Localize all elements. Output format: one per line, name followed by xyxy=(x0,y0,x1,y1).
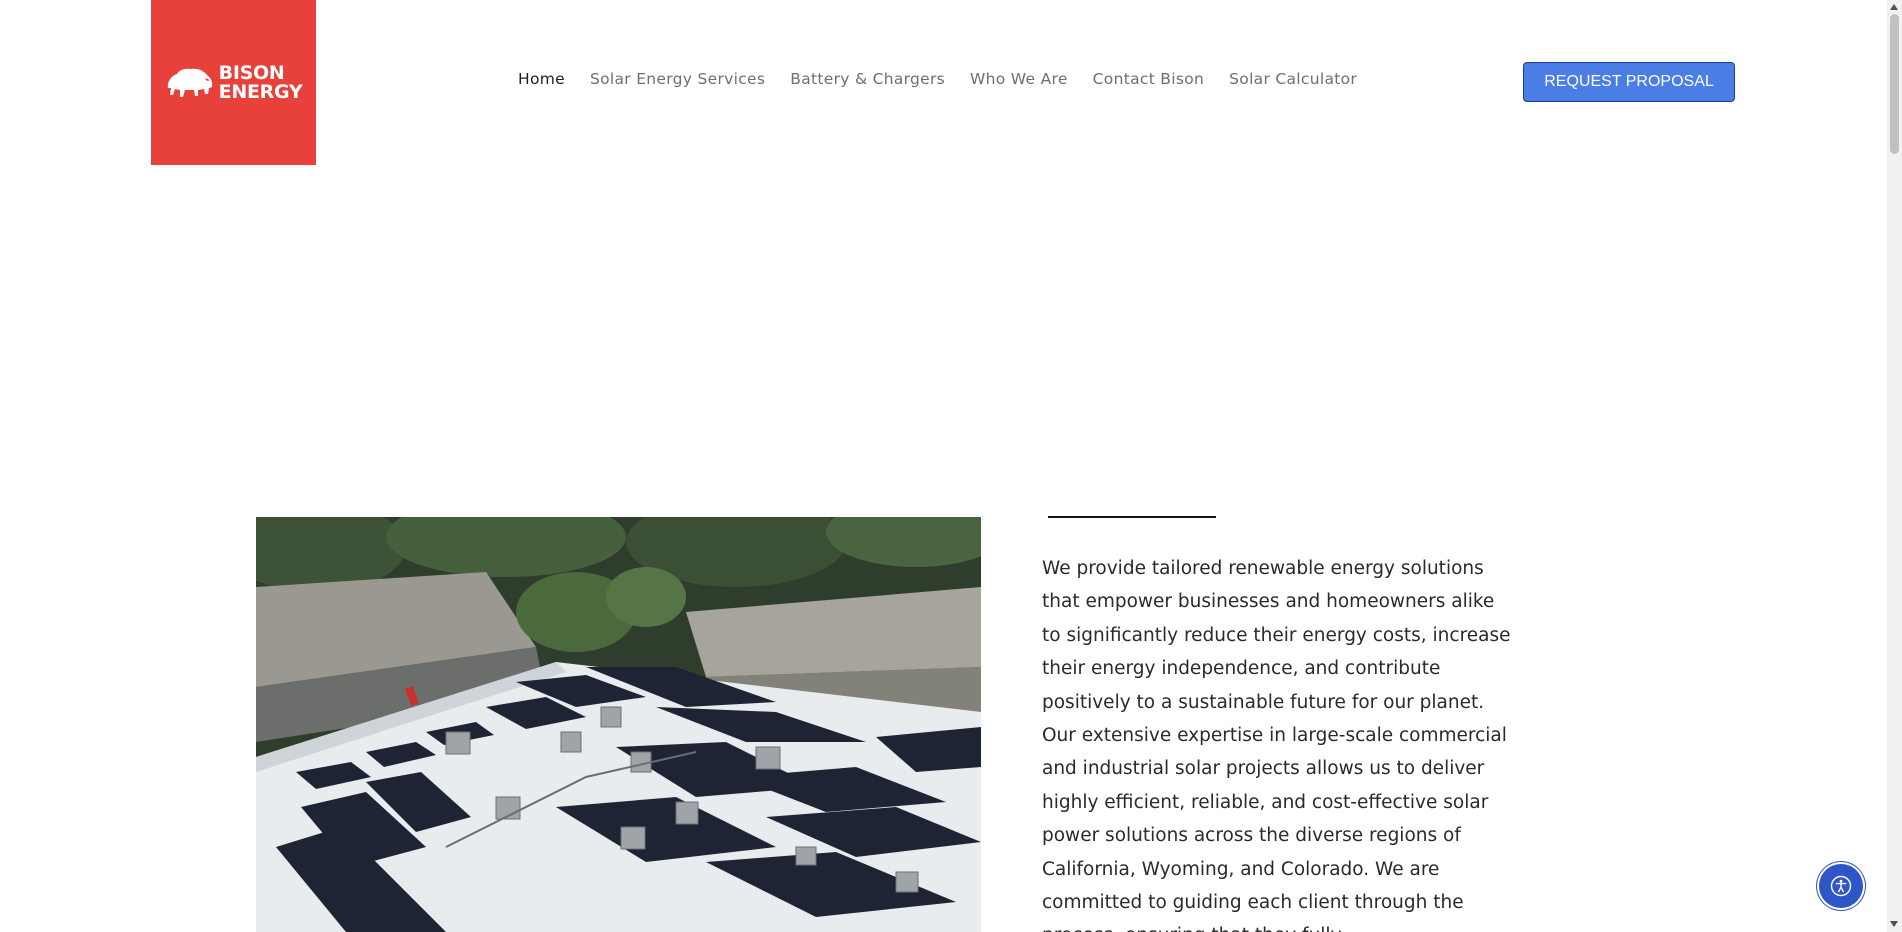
page-scrollbar[interactable] xyxy=(1887,0,1902,932)
nav-item-home[interactable]: Home xyxy=(518,70,565,88)
logo-text: BISON ENERGY xyxy=(218,61,303,103)
nav-item-solar-energy-services[interactable]: Solar Energy Services xyxy=(590,70,765,88)
nav-item-contact-bison[interactable]: Contact Bison xyxy=(1093,70,1204,88)
rooftop-solar-image xyxy=(256,517,981,932)
nav-item-who-we-are[interactable]: Who We Are xyxy=(970,70,1068,88)
intro-paragraph: We provide tailored renewable energy sol… xyxy=(1042,558,1511,932)
brand-logo[interactable]: BISON ENERGY xyxy=(151,0,316,165)
request-proposal-button[interactable]: REQUEST PROPOSAL xyxy=(1523,62,1735,102)
logo-line-1: BISON xyxy=(218,61,285,84)
nav-item-solar-calculator[interactable]: Solar Calculator xyxy=(1229,70,1357,88)
scrollbar-thumb[interactable] xyxy=(1890,14,1899,154)
accessibility-icon xyxy=(1830,875,1852,897)
logo-inner: BISON ENERGY xyxy=(165,61,303,103)
scroll-up-arrow-icon[interactable] xyxy=(1890,4,1898,10)
section-divider xyxy=(1048,516,1216,518)
main-nav: Home Solar Energy Services Battery & Cha… xyxy=(518,70,1382,88)
page: BISON ENERGY Home Solar Energy Services … xyxy=(0,0,1902,932)
logo-line-2: ENERGY xyxy=(218,80,303,103)
nav-item-battery-chargers[interactable]: Battery & Chargers xyxy=(790,70,945,88)
accessibility-button[interactable] xyxy=(1819,864,1863,908)
scroll-down-arrow-icon[interactable] xyxy=(1890,921,1898,927)
bison-icon xyxy=(167,68,212,97)
rooftop-solar-illustration xyxy=(256,517,981,932)
